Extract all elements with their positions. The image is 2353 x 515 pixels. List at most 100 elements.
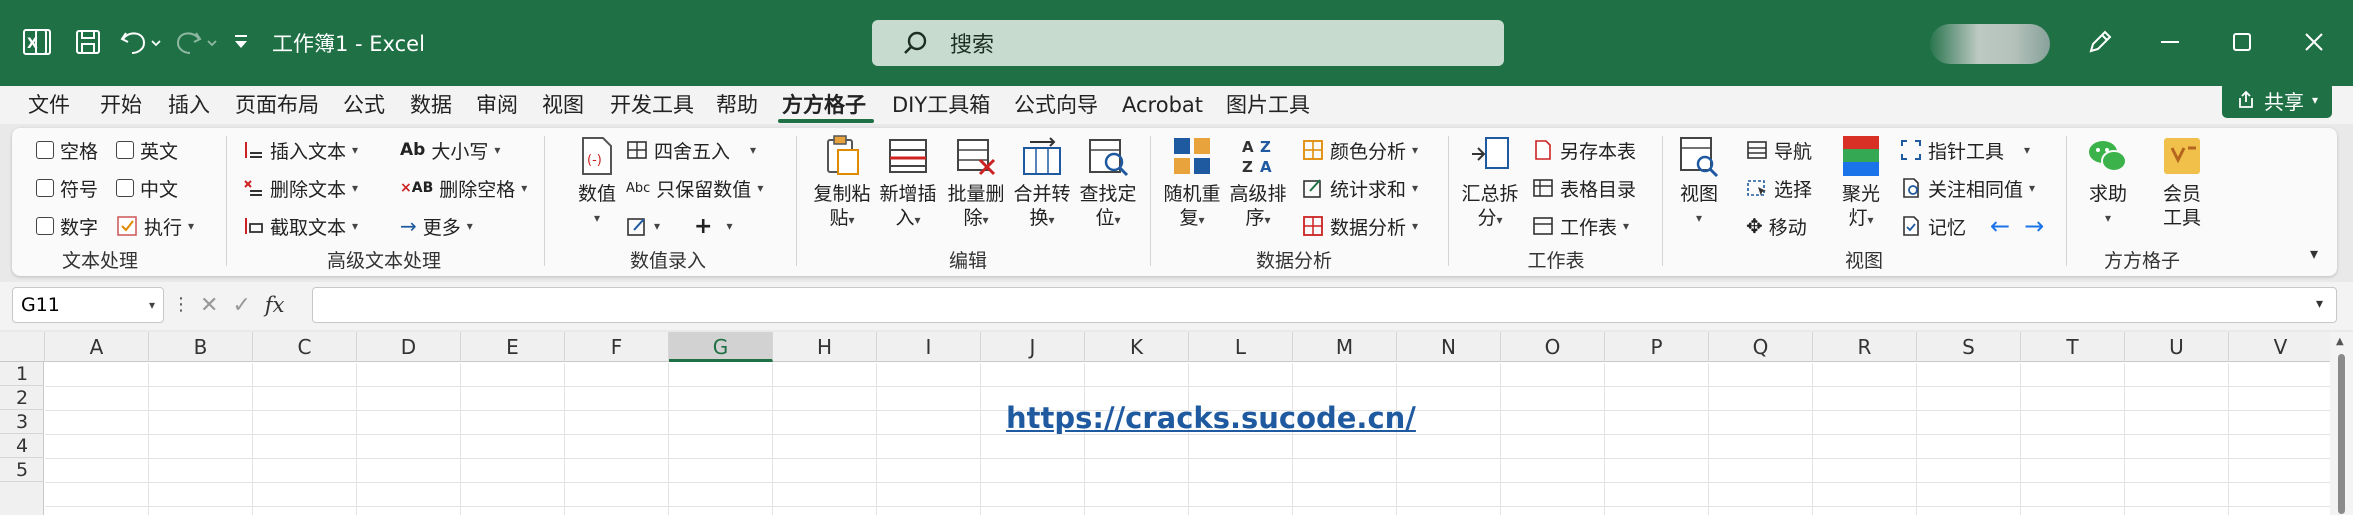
hyperlink-cell[interactable]: https://cracks.sucode.cn/ <box>1006 401 1416 435</box>
column-header-b[interactable]: B <box>149 332 253 362</box>
execute-button[interactable]: 执行 ▾ <box>116 212 194 240</box>
summary-split-button[interactable]: 汇总拆 分▾ <box>1458 134 1522 232</box>
column-header-a[interactable]: A <box>45 332 149 362</box>
maximize-icon[interactable] <box>2222 22 2262 62</box>
checkbox-number[interactable]: 数字 <box>36 212 98 240</box>
random-repeat-button[interactable]: 随机重 复▾ <box>1160 134 1224 232</box>
column-header-m[interactable]: M <box>1293 332 1397 362</box>
checkbox[interactable] <box>36 179 54 197</box>
help-button[interactable]: 求助 ▾ <box>2080 134 2136 230</box>
save-sheet-button[interactable]: 另存本表 <box>1532 136 1636 164</box>
tab-home[interactable]: 开始 <box>100 90 142 120</box>
vertical-scrollbar[interactable]: ▲ <box>2330 332 2353 515</box>
column-header-f[interactable]: F <box>565 332 669 362</box>
row-header-2[interactable]: 2 <box>0 386 44 410</box>
expand-formula-icon[interactable]: ▾ <box>2316 296 2323 312</box>
more-button[interactable]: → 更多 ▾ <box>400 212 473 240</box>
share-button[interactable]: 共享 ▾ <box>2222 82 2332 118</box>
tab-file[interactable]: 文件 <box>28 90 70 120</box>
batch-delete-button[interactable]: 批量删 除▾ <box>944 134 1008 232</box>
delete-text-button[interactable]: 删除文本 ▾ <box>242 174 358 202</box>
extract-text-button[interactable]: 截取文本 ▾ <box>242 212 358 240</box>
checkbox[interactable] <box>36 141 54 159</box>
navigate-button[interactable]: 导航 <box>1746 136 1812 164</box>
checkbox[interactable] <box>116 141 134 159</box>
color-analysis-button[interactable]: 颜色分析 ▾ <box>1302 136 1418 164</box>
cancel-icon[interactable]: ✕ <box>200 293 218 318</box>
forward-arrow-icon[interactable]: → <box>2024 212 2044 240</box>
checkbox[interactable] <box>36 217 54 235</box>
tab-help[interactable]: 帮助 <box>716 90 758 120</box>
account-avatar[interactable] <box>1930 24 2050 64</box>
column-header-r[interactable]: R <box>1813 332 1917 362</box>
worksheet-button[interactable]: 工作表 ▾ <box>1532 212 1629 240</box>
save-icon[interactable] <box>70 24 106 60</box>
move-button[interactable]: ✥ 移动 <box>1746 212 1807 240</box>
tab-picture-tools[interactable]: 图片工具 <box>1226 90 1310 120</box>
tab-formula-wizard[interactable]: 公式向导 <box>1014 90 1098 120</box>
column-header-n[interactable]: N <box>1397 332 1501 362</box>
pointer-tool-button[interactable]: 指针工具 ▾ <box>1900 136 2030 164</box>
search-box[interactable]: 搜索 <box>872 20 1504 66</box>
round-button[interactable]: 四舍五入 ▾ <box>626 136 756 164</box>
case-button[interactable]: Ab 大小写 ▾ <box>400 136 500 164</box>
collapse-ribbon-icon[interactable]: ▾ <box>2310 244 2318 263</box>
checkbox[interactable] <box>116 179 134 197</box>
insert-function-icon[interactable]: fx <box>265 293 285 317</box>
keep-values-button[interactable]: Abc 只保留数值 ▾ <box>626 174 763 202</box>
tab-data[interactable]: 数据 <box>410 90 452 120</box>
column-header-v[interactable]: V <box>2229 332 2333 362</box>
view-button[interactable]: 视图 ▾ <box>1672 134 1726 230</box>
tab-acrobat[interactable]: Acrobat <box>1122 90 1203 120</box>
column-header-h[interactable]: H <box>773 332 877 362</box>
find-locate-button[interactable]: 查找定 位▾ <box>1076 134 1140 232</box>
cell-area[interactable] <box>45 363 2330 515</box>
insert-text-button[interactable]: 插入文本 ▾ <box>242 136 358 164</box>
tab-diy-toolbox[interactable]: DIY工具箱 <box>892 90 990 120</box>
member-tools-button[interactable]: 会员 工具 <box>2154 134 2210 230</box>
chevron-down-icon[interactable]: ▾ <box>149 298 155 312</box>
copy-paste-button[interactable]: 复制粘 贴▾ <box>810 134 874 232</box>
back-arrow-icon[interactable]: ← <box>1990 212 2010 240</box>
row-header-4[interactable]: 4 <box>0 434 44 458</box>
tab-insert[interactable]: 插入 <box>168 90 210 120</box>
customize-toolbar-icon[interactable] <box>230 28 252 56</box>
data-analysis-button[interactable]: 数据分析 ▾ <box>1302 212 1418 240</box>
numeric-button[interactable]: (-) 数值 ▾ <box>562 134 632 230</box>
sheet-toc-button[interactable]: 表格目录 <box>1532 174 1636 202</box>
name-box[interactable]: G11 ▾ <box>12 287 164 323</box>
tab-review[interactable]: 审阅 <box>476 90 518 120</box>
column-header-e[interactable]: E <box>461 332 565 362</box>
column-header-s[interactable]: S <box>1917 332 2021 362</box>
formula-input[interactable] <box>312 287 2337 323</box>
tab-fangfang[interactable]: 方方格子 <box>782 90 866 120</box>
scroll-thumb[interactable] <box>2338 354 2345 514</box>
checkbox-chinese[interactable]: 中文 <box>116 174 178 202</box>
column-header-o[interactable]: O <box>1501 332 1605 362</box>
merge-convert-button[interactable]: 合并转 换▾ <box>1010 134 1074 232</box>
column-header-p[interactable]: P <box>1605 332 1709 362</box>
insert-new-button[interactable]: 新增插 入▾ <box>876 134 940 232</box>
checkbox-symbol[interactable]: 符号 <box>36 174 98 202</box>
column-header-u[interactable]: U <box>2125 332 2229 362</box>
select-button[interactable]: 选择 <box>1746 174 1812 202</box>
redo-icon[interactable] <box>170 22 222 62</box>
tab-developer[interactable]: 开发工具 <box>610 90 694 120</box>
column-header-d[interactable]: D <box>357 332 461 362</box>
tab-page-layout[interactable]: 页面布局 <box>235 90 319 120</box>
column-header-k[interactable]: K <box>1085 332 1189 362</box>
column-header-g[interactable]: G <box>669 332 773 362</box>
spotlight-button[interactable]: 聚光 灯▾ <box>1834 134 1888 232</box>
column-header-i[interactable]: I <box>877 332 981 362</box>
column-header-l[interactable]: L <box>1189 332 1293 362</box>
column-header-c[interactable]: C <box>253 332 357 362</box>
row-header-5[interactable]: 5 <box>0 458 44 482</box>
row-header-1[interactable]: 1 <box>0 362 44 386</box>
checkbox-space[interactable]: 空格 <box>36 136 98 164</box>
advanced-sort-button[interactable]: AZZA 高级排 序▾ <box>1226 134 1290 232</box>
stat-sum-button[interactable]: 统计求和 ▾ <box>1302 174 1418 202</box>
scroll-up-icon[interactable]: ▲ <box>2336 336 2344 347</box>
confirm-icon[interactable]: ✓ <box>232 293 250 318</box>
tab-view[interactable]: 视图 <box>542 90 584 120</box>
delete-spaces-button[interactable]: ×AB 删除空格 ▾ <box>400 174 527 202</box>
